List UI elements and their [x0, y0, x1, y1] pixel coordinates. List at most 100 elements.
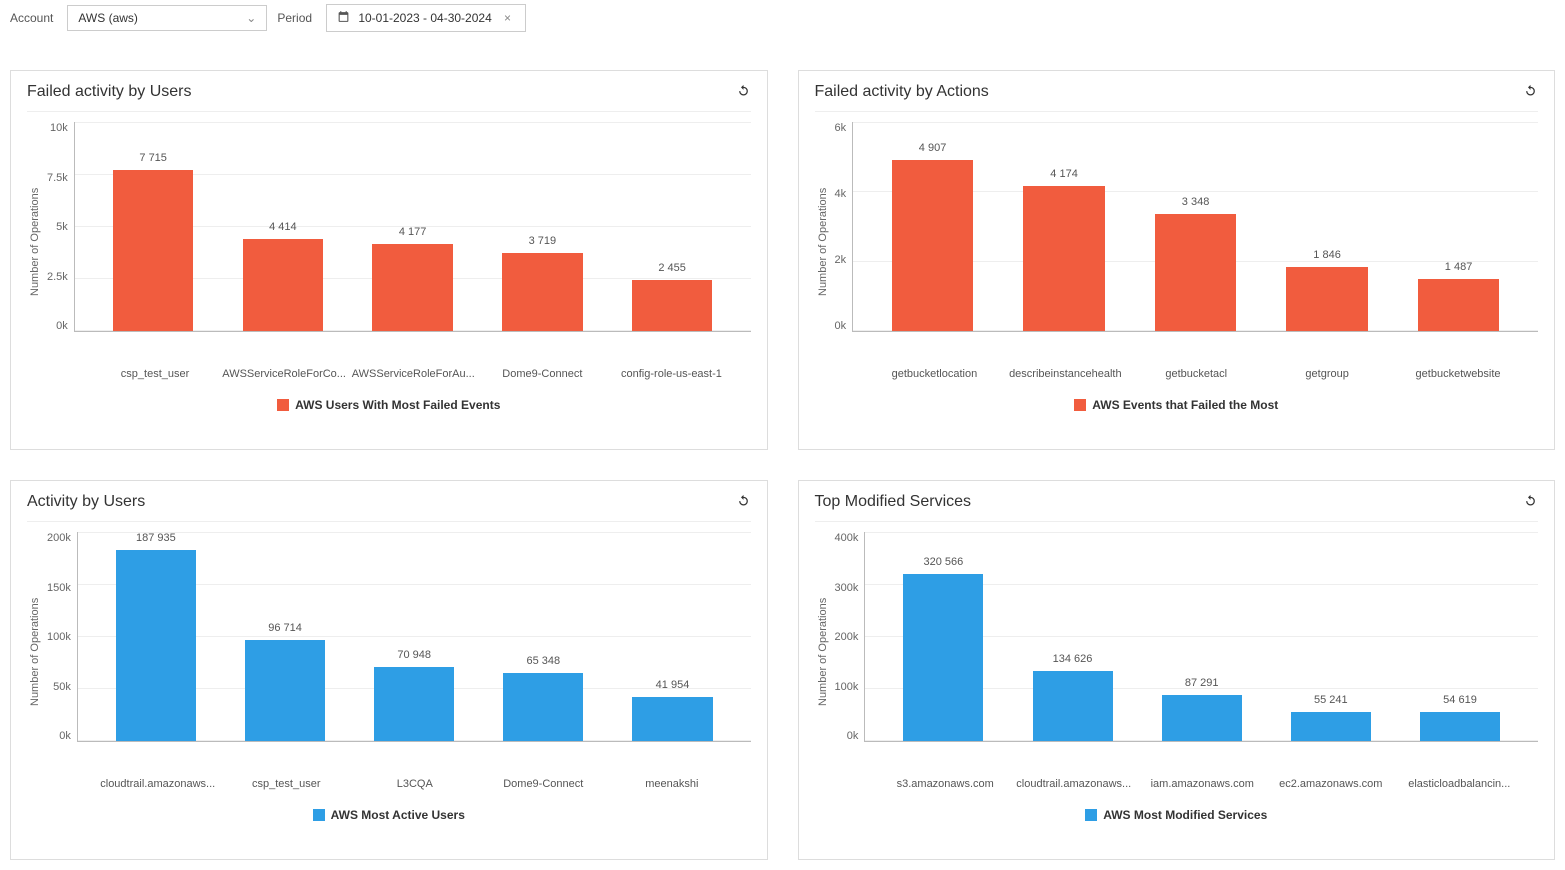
- x-tick-label: s3.amazonaws.com: [881, 778, 1010, 790]
- bar[interactable]: [503, 673, 583, 741]
- clear-period-icon[interactable]: ×: [500, 11, 515, 25]
- bar-value-label: 7 715: [139, 152, 167, 164]
- chevron-down-icon: ⌄: [246, 11, 256, 25]
- legend-text: AWS Most Modified Services: [1103, 808, 1267, 822]
- chart-plot: 320 566 134 626 87 291 55 241 54 619: [864, 532, 1538, 742]
- bar-value-label: 96 714: [268, 622, 302, 634]
- panel-activity-users: Activity by Users Number of Operations 2…: [10, 480, 768, 860]
- x-tick-label: cloudtrail.amazonaws...: [93, 778, 222, 790]
- bar-value-label: 320 566: [923, 556, 963, 568]
- bar[interactable]: [1291, 712, 1371, 741]
- panel-title: Activity by Users: [27, 493, 145, 511]
- bar-value-label: 87 291: [1185, 677, 1219, 689]
- y-tick: 2.5k: [47, 271, 68, 283]
- bar-value-label: 3 719: [529, 235, 557, 247]
- bar-value-label: 55 241: [1314, 694, 1348, 706]
- y-axis-label: Number of Operations: [815, 532, 831, 772]
- bar[interactable]: [1418, 279, 1500, 331]
- x-tick-label: getbucketwebsite: [1393, 368, 1524, 380]
- x-tick-label: elasticloadbalancin...: [1395, 778, 1524, 790]
- x-tick-label: describeinstancehealth: [1000, 368, 1131, 380]
- account-dropdown[interactable]: AWS (aws) ⌄: [67, 5, 267, 31]
- x-tick-label: cloudtrail.amazonaws...: [1009, 778, 1138, 790]
- bar[interactable]: [243, 239, 323, 331]
- bar[interactable]: [374, 667, 454, 741]
- x-tick-label: getgroup: [1262, 368, 1393, 380]
- bar-slot: 55 241: [1266, 532, 1395, 741]
- bar-value-label: 3 348: [1182, 196, 1210, 208]
- bar-value-label: 1 487: [1445, 261, 1473, 273]
- y-ticks: 10k7.5k5k2.5k0k: [43, 122, 74, 332]
- bar-value-label: 70 948: [397, 649, 431, 661]
- bar[interactable]: [502, 253, 582, 331]
- bars: 187 935 96 714 70 948 65 348 41 954: [78, 532, 751, 741]
- account-label: Account: [10, 11, 53, 25]
- x-tick-label: Dome9-Connect: [479, 778, 608, 790]
- chart-plot: 187 935 96 714 70 948 65 348 41 954: [77, 532, 751, 742]
- x-tick-label: L3CQA: [351, 778, 480, 790]
- bar[interactable]: [632, 280, 712, 331]
- y-tick: 100k: [835, 681, 859, 693]
- bar-value-label: 4 174: [1050, 168, 1078, 180]
- bar-slot: 3 348: [1130, 122, 1262, 331]
- period-input[interactable]: 10-01-2023 - 04-30-2024 ×: [326, 4, 526, 32]
- refresh-icon[interactable]: [736, 493, 751, 511]
- y-tick: 200k: [835, 631, 859, 643]
- bar[interactable]: [113, 170, 193, 331]
- bar[interactable]: [1420, 712, 1500, 741]
- x-labels: s3.amazonaws.comcloudtrail.amazonaws...i…: [867, 772, 1539, 790]
- bar-slot: 41 954: [608, 532, 737, 741]
- bar-slot: 4 907: [867, 122, 999, 331]
- refresh-icon[interactable]: [1523, 493, 1538, 511]
- y-axis-label: Number of Operations: [815, 122, 831, 362]
- panel-title: Failed activity by Actions: [815, 83, 989, 101]
- chart-plot: 4 907 4 174 3 348 1 846 1 487: [852, 122, 1538, 332]
- filter-bar: Account AWS (aws) ⌄ Period 10-01-2023 - …: [0, 0, 1565, 40]
- y-tick: 0k: [56, 320, 68, 332]
- bar-slot: 3 719: [478, 122, 608, 331]
- refresh-icon[interactable]: [736, 83, 751, 101]
- x-tick-label: getbucketacl: [1131, 368, 1262, 380]
- x-tick-label: AWSServiceRoleForCo...: [220, 368, 349, 380]
- bar[interactable]: [1023, 186, 1105, 331]
- bar-slot: 4 414: [218, 122, 348, 331]
- bar[interactable]: [892, 160, 974, 331]
- x-labels: cloudtrail.amazonaws...csp_test_userL3CQ…: [79, 772, 751, 790]
- bar-slot: 1 487: [1393, 122, 1525, 331]
- period-value: 10-01-2023 - 04-30-2024: [358, 11, 491, 25]
- y-tick: 300k: [835, 582, 859, 594]
- x-tick-label: config-role-us-east-1: [607, 368, 736, 380]
- bar[interactable]: [1162, 695, 1242, 741]
- bar[interactable]: [116, 550, 196, 741]
- legend: AWS Most Active Users: [27, 808, 751, 822]
- y-axis-label: Number of Operations: [27, 122, 43, 362]
- bar[interactable]: [632, 697, 712, 741]
- bar[interactable]: [245, 640, 325, 741]
- bar-slot: 134 626: [1008, 532, 1137, 741]
- calendar-icon: [337, 10, 350, 26]
- bar-slot: 54 619: [1395, 532, 1524, 741]
- panel-title: Failed activity by Users: [27, 83, 192, 101]
- bar[interactable]: [1155, 214, 1237, 331]
- legend-swatch: [313, 809, 325, 821]
- bar-value-label: 4 177: [399, 226, 427, 238]
- chart-plot: 7 715 4 414 4 177 3 719 2 455: [74, 122, 751, 332]
- bar-slot: 87 291: [1137, 532, 1266, 741]
- bar[interactable]: [1286, 267, 1368, 331]
- y-ticks: 200k150k100k50k0k: [43, 532, 77, 742]
- panel-title: Top Modified Services: [815, 493, 972, 511]
- y-tick: 0k: [835, 320, 847, 332]
- legend-swatch: [1085, 809, 1097, 821]
- bar-value-label: 187 935: [136, 532, 176, 544]
- refresh-icon[interactable]: [1523, 83, 1538, 101]
- bar[interactable]: [903, 574, 983, 741]
- y-tick: 200k: [47, 532, 71, 544]
- legend: AWS Most Modified Services: [815, 808, 1539, 822]
- bar-slot: 65 348: [479, 532, 608, 741]
- y-ticks: 400k300k200k100k0k: [831, 532, 865, 742]
- bar[interactable]: [1033, 671, 1113, 741]
- bar-value-label: 54 619: [1443, 694, 1477, 706]
- y-tick: 4k: [835, 188, 847, 200]
- x-tick-label: csp_test_user: [222, 778, 351, 790]
- bar[interactable]: [372, 244, 452, 331]
